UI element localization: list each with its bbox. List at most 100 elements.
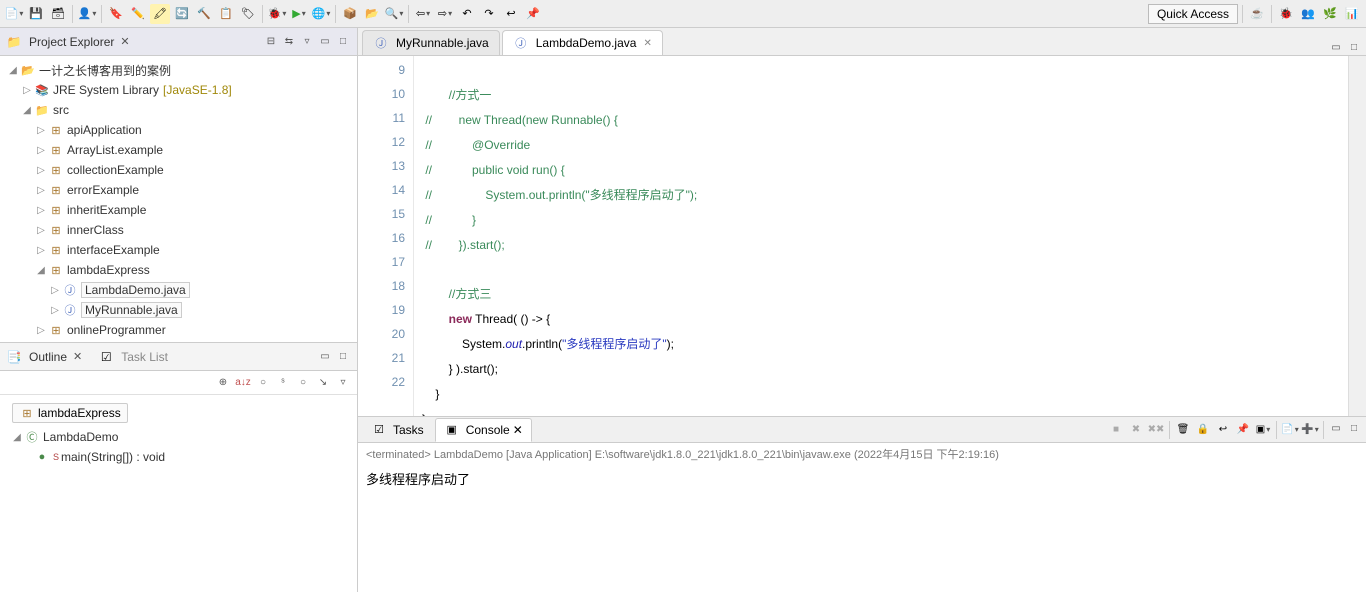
minimize-icon[interactable]: ▭	[1328, 421, 1344, 437]
package-node[interactable]: ▷⊞onlineProgrammer	[2, 320, 355, 340]
quick-access[interactable]: Quick Access	[1148, 4, 1238, 24]
code-editor[interactable]: 910 1112 1314 1516 1718 1920 2122 //方式一 …	[358, 56, 1366, 416]
prev-annot-icon[interactable]: ↶	[457, 4, 477, 24]
last-edit-icon[interactable]: ↩	[501, 4, 521, 24]
console-output[interactable]: 多线程程序启动了	[358, 465, 1366, 592]
hide-static-icon[interactable]: ˢ	[275, 375, 291, 391]
console-status: <terminated> LambdaDemo [Java Applicatio…	[358, 443, 1366, 465]
editor-tab-active[interactable]: Ⓙ LambdaDemo.java ✕	[502, 30, 663, 55]
user-icon[interactable]: 👤▾	[77, 4, 97, 24]
minimize-icon[interactable]: ▭	[1328, 39, 1344, 55]
jre-node[interactable]: ▷📚 JRE System Library [JavaSE-1.8]	[2, 80, 355, 100]
tasklist-title: Task List	[121, 350, 168, 364]
hide-fields-icon[interactable]: ○	[255, 375, 271, 391]
package-node[interactable]: ▷⊞errorExample	[2, 180, 355, 200]
editor-tab[interactable]: Ⓙ MyRunnable.java	[362, 30, 500, 55]
perspective-team-icon[interactable]: 👥	[1298, 4, 1318, 24]
new-console-icon[interactable]: ➕▾	[1301, 421, 1319, 439]
minimize-icon[interactable]: ▭	[317, 349, 333, 365]
open-type-icon[interactable]: 📂	[362, 4, 382, 24]
package-node[interactable]: ▷⊞inheritExample	[2, 200, 355, 220]
tasks-tab[interactable]: ☑ Tasks	[362, 418, 433, 442]
editor-scrollbar[interactable]	[1348, 56, 1366, 416]
scroll-lock-icon[interactable]: 🔒	[1194, 421, 1212, 439]
close-tab-icon[interactable]: ✕	[643, 38, 651, 49]
link-editor-icon[interactable]: ⇆	[281, 34, 297, 50]
view-menu-icon[interactable]: ▿	[335, 375, 351, 391]
perspective-debug-icon[interactable]: 🐞	[1276, 4, 1296, 24]
tag-icon[interactable]: 🏷	[238, 4, 258, 24]
new-pkg-icon[interactable]: 📦	[340, 4, 360, 24]
search-icon[interactable]: 🔍▾	[384, 4, 404, 24]
perspective-other-icon[interactable]: 📊	[1342, 4, 1362, 24]
console-tabs: ☑ Tasks ▣ Console ✕ ■ ✖ ✖✖ 🗑 🔒 ↩ 📌	[358, 417, 1366, 443]
view-menu-icon[interactable]: ▿	[299, 34, 315, 50]
project-explorer-header: 📁 Project Explorer ✕ ⊟ ⇆ ▿ ▭ □	[0, 28, 357, 56]
java-file-node[interactable]: ▷ⒿLambdaDemo.java	[2, 280, 355, 300]
nav-back-icon[interactable]: ⇦▾	[413, 4, 433, 24]
main-area: 📁 Project Explorer ✕ ⊟ ⇆ ▿ ▭ □ ◢📂 一计之长博客…	[0, 28, 1366, 592]
project-explorer-icon: 📁	[6, 34, 22, 50]
outline-toolbar: ⊕ a↓z ○ ˢ ○ ↘ ▿	[0, 371, 357, 395]
nav-fwd-icon[interactable]: ⇨▾	[435, 4, 455, 24]
pin-editor-icon[interactable]: 📌	[523, 4, 543, 24]
debug-icon[interactable]: 🐞▾	[267, 4, 287, 24]
maximize-icon[interactable]: □	[1346, 421, 1362, 437]
package-node[interactable]: ▷⊞ArrayList.example	[2, 140, 355, 160]
sort-icon[interactable]: a↓z	[235, 375, 251, 391]
open-console-icon[interactable]: 📄▾	[1281, 421, 1299, 439]
close-tab-icon[interactable]: ✕	[513, 423, 523, 437]
src-node[interactable]: ◢📁 src	[2, 100, 355, 120]
run-icon[interactable]: ▶▾	[289, 4, 309, 24]
focus-icon[interactable]: ⊕	[215, 375, 231, 391]
hide-nonpublic-icon[interactable]: ○	[295, 375, 311, 391]
project-node[interactable]: ◢📂 一计之长博客用到的案例	[2, 60, 355, 80]
perspective-git-icon[interactable]: 🌿	[1320, 4, 1340, 24]
outline-class[interactable]: ◢Ⓒ LambdaDemo	[2, 427, 355, 447]
project-tree[interactable]: ◢📂 一计之长博客用到的案例 ▷📚 JRE System Library [Ja…	[0, 56, 357, 342]
word-wrap-icon[interactable]: ↩	[1214, 421, 1232, 439]
editor-tabs: Ⓙ MyRunnable.java Ⓙ LambdaDemo.java ✕ ▭ …	[358, 28, 1366, 56]
close-icon[interactable]: ✕	[73, 350, 82, 363]
java-file-node[interactable]: ▷ⒿMyRunnable.java	[2, 300, 355, 320]
outline-method[interactable]: ● S main(String[]) : void	[2, 447, 355, 467]
maximize-icon[interactable]: □	[335, 349, 351, 365]
maximize-icon[interactable]: □	[335, 34, 351, 50]
clear-icon[interactable]: 🗑	[1174, 421, 1192, 439]
package-node-lambda[interactable]: ◢⊞lambdaExpress	[2, 260, 355, 280]
code-content[interactable]: //方式一 // new Thread(new Runnable() { // …	[414, 56, 1348, 416]
display-console-icon[interactable]: ▣▾	[1254, 421, 1272, 439]
remove-term-icon[interactable]: ✖	[1127, 421, 1145, 439]
console-icon: ▣	[444, 422, 460, 438]
edit-icon[interactable]: ✏️	[128, 4, 148, 24]
hide-local-icon[interactable]: ↘	[315, 375, 331, 391]
package-node[interactable]: ▷⊞apiApplication	[2, 120, 355, 140]
build-icon[interactable]: 🔨	[194, 4, 214, 24]
run-ext-icon[interactable]: 🌐▾	[311, 4, 331, 24]
project-explorer-title: Project Explorer	[29, 35, 114, 49]
collapse-all-icon[interactable]: ⊟	[263, 34, 279, 50]
package-node[interactable]: ▷⊞collectionExample	[2, 160, 355, 180]
next-annot-icon[interactable]: ↷	[479, 4, 499, 24]
remove-all-icon[interactable]: ✖✖	[1147, 421, 1165, 439]
perspective-java-icon[interactable]: ☕	[1247, 4, 1267, 24]
save-icon[interactable]: 💾	[26, 4, 46, 24]
toggle-mark-icon[interactable]: 🔖	[106, 4, 126, 24]
save-all-icon[interactable]: 🗃	[48, 4, 68, 24]
refresh-icon[interactable]: 🔄	[172, 4, 192, 24]
minimize-icon[interactable]: ▭	[317, 34, 333, 50]
outline-header: 📑 Outline ✕ ☑ Task List ▭ □	[0, 343, 357, 371]
package-node[interactable]: ▷⊞innerClass	[2, 220, 355, 240]
maximize-icon[interactable]: □	[1346, 39, 1362, 55]
console-tab[interactable]: ▣ Console ✕	[435, 418, 532, 442]
outline-package[interactable]: ⊞lambdaExpress	[12, 403, 128, 423]
notes-icon[interactable]: 📋	[216, 4, 236, 24]
static-badge: S	[53, 452, 59, 462]
pin-console-icon[interactable]: 📌	[1234, 421, 1252, 439]
highlight-icon[interactable]: 🖍	[150, 4, 170, 24]
close-icon[interactable]: ✕	[120, 35, 129, 48]
outline-tree[interactable]: ⊞lambdaExpress ◢Ⓒ LambdaDemo ● S main(St…	[0, 395, 357, 592]
package-node[interactable]: ▷⊞interfaceExample	[2, 240, 355, 260]
new-icon[interactable]: 📄▾	[4, 4, 24, 24]
terminate-icon[interactable]: ■	[1107, 421, 1125, 439]
